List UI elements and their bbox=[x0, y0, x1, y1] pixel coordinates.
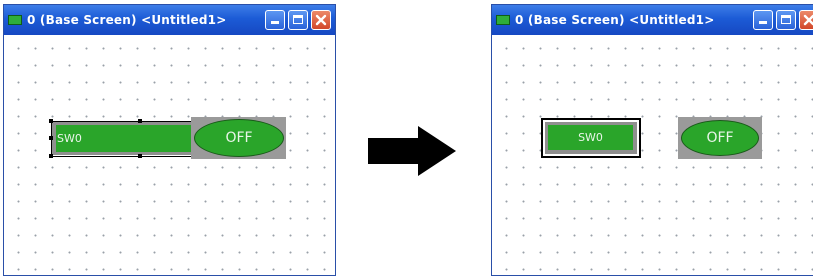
minimize-icon bbox=[271, 21, 279, 24]
maximize-button[interactable] bbox=[288, 10, 308, 30]
base-screen-window-after[interactable]: 0 (Base Screen) <Untitled1> SW0 OFF bbox=[491, 4, 813, 276]
minimize-button[interactable] bbox=[753, 10, 773, 30]
window-controls bbox=[753, 10, 813, 30]
screen-icon bbox=[8, 15, 22, 25]
lamp-label: OFF bbox=[706, 130, 734, 146]
window-titlebar[interactable]: 0 (Base Screen) <Untitled1> bbox=[4, 5, 335, 35]
window-title: 0 (Base Screen) <Untitled1> bbox=[515, 13, 715, 27]
resize-handle[interactable] bbox=[138, 154, 142, 158]
close-icon bbox=[803, 14, 813, 26]
resize-handle[interactable] bbox=[49, 119, 53, 123]
window-titlebar[interactable]: 0 (Base Screen) <Untitled1> bbox=[492, 5, 813, 35]
lamp-object[interactable]: OFF bbox=[194, 119, 284, 157]
switch-object[interactable]: SW0 bbox=[548, 125, 633, 150]
lamp-label: OFF bbox=[225, 130, 253, 146]
minimize-icon bbox=[759, 21, 767, 24]
maximize-icon bbox=[293, 15, 303, 24]
window-title: 0 (Base Screen) <Untitled1> bbox=[27, 13, 227, 27]
resize-handle[interactable] bbox=[49, 136, 53, 140]
screen-canvas[interactable]: SW0 OFF bbox=[4, 35, 335, 275]
minimize-button[interactable] bbox=[265, 10, 285, 30]
resize-handle[interactable] bbox=[138, 119, 142, 123]
close-icon bbox=[315, 14, 327, 26]
switch-label: SW0 bbox=[578, 131, 603, 144]
right-arrow-icon bbox=[368, 126, 456, 176]
window-controls bbox=[265, 10, 331, 30]
lamp-object[interactable]: OFF bbox=[681, 120, 759, 156]
maximize-button[interactable] bbox=[776, 10, 796, 30]
screen-icon bbox=[496, 15, 510, 25]
base-screen-window-before[interactable]: 0 (Base Screen) <Untitled1> SW0 OFF bbox=[3, 4, 336, 276]
maximize-icon bbox=[781, 15, 791, 24]
screen-canvas[interactable]: SW0 OFF bbox=[492, 35, 813, 275]
close-button[interactable] bbox=[799, 10, 813, 30]
resize-handle[interactable] bbox=[49, 154, 53, 158]
close-button[interactable] bbox=[311, 10, 331, 30]
